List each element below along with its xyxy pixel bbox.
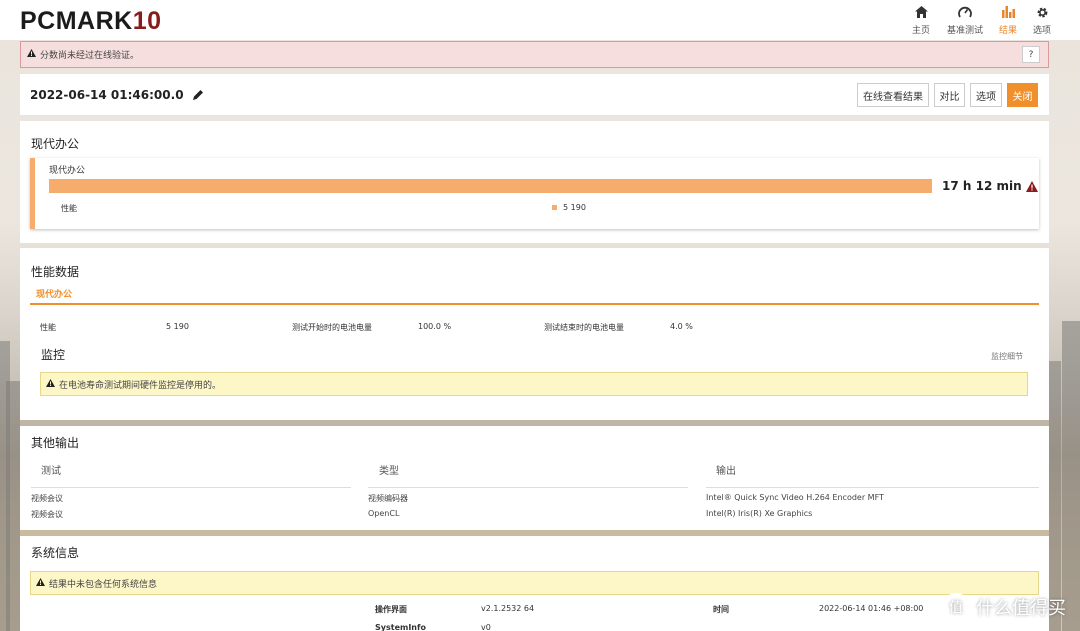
close-button[interactable]: 关闭	[1007, 83, 1038, 107]
nav-benchmarks[interactable]: 基准测试	[943, 3, 987, 36]
watermark: 值 什么值得买	[942, 593, 1066, 621]
table-cell: OpenCL	[368, 509, 400, 518]
perf-data-panel: 性能数据 现代办公 性能 5 190 测试开始时的电池电量 100.0 % 测试…	[20, 248, 1049, 420]
monitor-details-link[interactable]: 监控细节	[991, 351, 1023, 362]
sysinfo-label: 操作界面	[375, 605, 407, 614]
edit-pencil-icon[interactable]	[192, 89, 204, 103]
result-header: 2022-06-14 01:46:00.0 在线查看结果 对比 选项 关闭	[20, 74, 1049, 115]
perf-legend: 5 190	[552, 203, 586, 212]
battery-end-value: 4.0 %	[670, 322, 693, 331]
perf-legend-value: 5 190	[563, 203, 586, 212]
sysinfo-time-value: 2022-06-14 01:46 +08:00	[819, 604, 924, 613]
battery-start-value: 100.0 %	[418, 322, 452, 331]
top-bar: PCMARK10 主页 基准测试 结果 选项	[0, 0, 1080, 40]
validation-warning-bar: 分数尚未经过在线验证。 ?	[20, 41, 1049, 68]
bar-chart-icon	[1001, 3, 1015, 21]
options-button[interactable]: 选项	[970, 83, 1002, 107]
perf-data-value: 5 190	[166, 322, 189, 331]
table-cell: 视频会议	[31, 494, 63, 503]
other-output-title: 其他输出	[31, 436, 80, 450]
table-cell: 视频会议	[31, 510, 63, 519]
col-divider	[706, 487, 1039, 488]
monitor-title: 监控	[41, 348, 66, 362]
gauge-icon	[958, 3, 972, 21]
system-info-title: 系统信息	[31, 546, 80, 560]
score-card-title: 现代办公	[49, 166, 86, 176]
compare-button[interactable]: 对比	[934, 83, 965, 107]
tab-modern-office[interactable]: 现代办公	[36, 287, 72, 300]
sysinfo-value: v0	[481, 623, 491, 631]
other-output-panel: 其他输出 测试 类型 输出 视频会议 视频编码器 Intel® Quick Sy…	[20, 426, 1049, 530]
battery-start-label: 测试开始时的电池电量	[292, 323, 372, 332]
table-cell: Intel(R) Iris(R) Xe Graphics	[706, 509, 813, 518]
col-divider	[31, 487, 351, 488]
col-header-output: 输出	[716, 466, 736, 477]
watermark-text: 什么值得买	[976, 598, 1066, 619]
score-value: 17 h 12 min	[942, 179, 1038, 193]
monitor-note: 在电池寿命测试期间硬件监控是停用的。	[40, 372, 1028, 396]
warning-icon	[36, 577, 45, 589]
home-icon	[914, 3, 928, 21]
nav-benchmarks-label: 基准测试	[946, 26, 983, 36]
sysinfo-time-label: 时间	[713, 605, 729, 614]
col-header-test: 测试	[41, 466, 61, 477]
legend-swatch	[552, 205, 557, 210]
table-cell: Intel® Quick Sync Video H.264 Encoder MF…	[706, 493, 884, 502]
table-cell: 视频编码器	[368, 494, 408, 503]
score-bar	[49, 179, 932, 193]
score-value-text: 17 h 12 min	[942, 179, 1022, 193]
perf-data-title: 性能数据	[31, 265, 80, 279]
col-divider	[368, 487, 688, 488]
sysinfo-label: SystemInfo	[375, 623, 426, 631]
tab-underline	[30, 303, 1039, 305]
help-button[interactable]: ?	[1022, 46, 1040, 63]
warning-icon	[46, 378, 55, 390]
watermark-logo-icon: 值	[942, 593, 970, 621]
sysinfo-value: v2.1.2532 64	[481, 604, 535, 613]
alert-icon	[1025, 180, 1038, 192]
validation-warning-text: 分数尚未经过在线验证。	[40, 51, 140, 61]
summary-title: 现代办公	[31, 137, 80, 151]
nav-home-label: 主页	[911, 26, 930, 36]
nav-options-label: 选项	[1032, 26, 1051, 36]
monitor-note-text: 在电池寿命测试期间硬件监控是停用的。	[59, 380, 222, 391]
nav-results-label: 结果	[998, 26, 1017, 36]
result-datetime: 2022-06-14 01:46:00.0	[30, 88, 204, 103]
nav-options[interactable]: 选项	[1020, 3, 1064, 36]
warning-icon	[27, 49, 36, 60]
system-info-note: 结果中未包含任何系统信息	[30, 571, 1039, 595]
perf-label: 性能	[61, 204, 77, 213]
system-info-panel: 系统信息 结果中未包含任何系统信息 操作界面 v2.1.2532 64 时间 2…	[20, 536, 1049, 631]
result-datetime-text: 2022-06-14 01:46:00.0	[30, 88, 184, 102]
col-header-type: 类型	[379, 466, 399, 477]
pcmark-logo: PCMARK10	[20, 7, 162, 35]
summary-panel: 现代办公 现代办公 17 h 12 min 性能 5 190	[20, 121, 1049, 243]
battery-end-label: 测试结束时的电池电量	[544, 323, 624, 332]
system-info-note-text: 结果中未包含任何系统信息	[49, 579, 158, 590]
score-card[interactable]: 现代办公 17 h 12 min 性能 5 190	[30, 158, 1039, 229]
perf-data-label: 性能	[40, 323, 56, 332]
view-online-button[interactable]: 在线查看结果	[857, 83, 929, 107]
gear-icon	[1036, 3, 1049, 21]
nav-home[interactable]: 主页	[899, 3, 943, 36]
